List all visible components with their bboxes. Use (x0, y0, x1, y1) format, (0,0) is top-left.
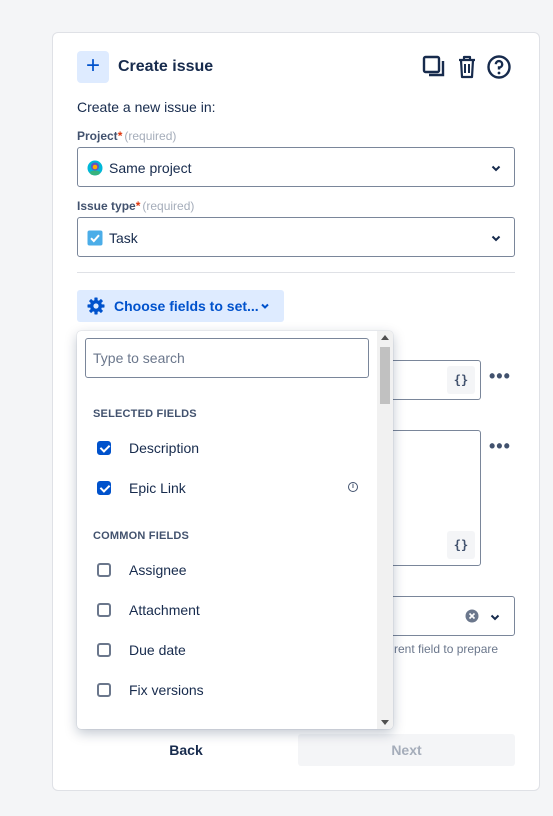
scrollbar-thumb[interactable] (380, 347, 390, 404)
checkbox-unchecked[interactable] (97, 603, 111, 617)
option-epic-link[interactable]: Epic Link i (77, 468, 377, 508)
checkbox-unchecked[interactable] (97, 643, 111, 657)
plus-icon[interactable]: + (77, 51, 109, 83)
chevron-down-icon (491, 235, 501, 242)
copy-icon[interactable] (421, 54, 447, 80)
field-hint: rent field to prepare (394, 642, 499, 656)
common-fields-header: COMMON FIELDS (93, 530, 190, 542)
issue-type-select[interactable]: Task (77, 217, 515, 257)
issue-type-label: Issue type* (required) (77, 199, 194, 213)
chevron-down-icon (490, 614, 500, 621)
card-title: Create issue (118, 58, 214, 75)
option-label: Description (129, 440, 200, 456)
code-braces-icon[interactable]: {} (447, 366, 475, 394)
option-label: Assignee (129, 562, 187, 578)
project-label: Project* (required) (77, 129, 176, 143)
choose-fields-dropdown: Type to search SELECTED FIELDS Descripti… (77, 331, 393, 729)
lead-text: Create a new issue in: (77, 99, 216, 115)
checkbox-checked[interactable] (97, 441, 111, 455)
project-value: Same project (109, 160, 192, 176)
chevron-down-icon (261, 303, 269, 309)
search-input[interactable]: Type to search (85, 338, 369, 378)
project-avatar-icon (87, 160, 103, 176)
checkbox-unchecked[interactable] (97, 683, 111, 697)
option-label: Epic Link (129, 480, 186, 496)
choose-fields-button[interactable]: Choose fields to set... (77, 290, 284, 322)
more-options-icon[interactable]: ••• (489, 367, 511, 385)
issue-type-value: Task (109, 230, 138, 246)
option-fix-versions[interactable]: Fix versions (77, 670, 377, 710)
choose-fields-label: Choose fields to set... (114, 298, 259, 314)
issue-type-label-text: Issue type (77, 199, 136, 213)
clear-icon[interactable] (465, 609, 479, 623)
scroll-up-arrow-icon[interactable] (381, 335, 389, 340)
selected-fields-header: SELECTED FIELDS (93, 408, 197, 420)
back-button[interactable]: Back (77, 734, 295, 766)
checkbox-checked[interactable] (97, 481, 111, 495)
task-icon (87, 230, 103, 246)
chevron-down-icon (491, 165, 501, 172)
info-icon[interactable]: i (348, 482, 358, 492)
more-options-icon[interactable]: ••• (489, 437, 511, 455)
checkbox-unchecked[interactable] (97, 563, 111, 577)
required-mark: * (117, 129, 123, 143)
next-button[interactable]: Next (298, 734, 515, 766)
option-description[interactable]: Description (77, 428, 377, 468)
scrollbar[interactable] (377, 331, 393, 729)
scroll-down-arrow-icon[interactable] (381, 720, 389, 725)
option-label: Fix versions (129, 682, 204, 698)
required-text: (required) (124, 129, 177, 143)
divider (77, 272, 515, 273)
code-braces-icon[interactable]: {} (447, 531, 475, 559)
option-due-date[interactable]: Due date (77, 630, 377, 670)
project-select[interactable]: Same project (77, 147, 515, 187)
gear-icon (87, 297, 105, 315)
help-icon[interactable] (486, 54, 512, 80)
required-mark: * (135, 199, 141, 213)
option-label: Attachment (129, 602, 200, 618)
option-assignee[interactable]: Assignee (77, 550, 377, 590)
option-label: Due date (129, 642, 186, 658)
trash-icon[interactable] (454, 54, 480, 80)
option-attachment[interactable]: Attachment (77, 590, 377, 630)
project-label-text: Project (77, 129, 118, 143)
required-text: (required) (142, 199, 195, 213)
